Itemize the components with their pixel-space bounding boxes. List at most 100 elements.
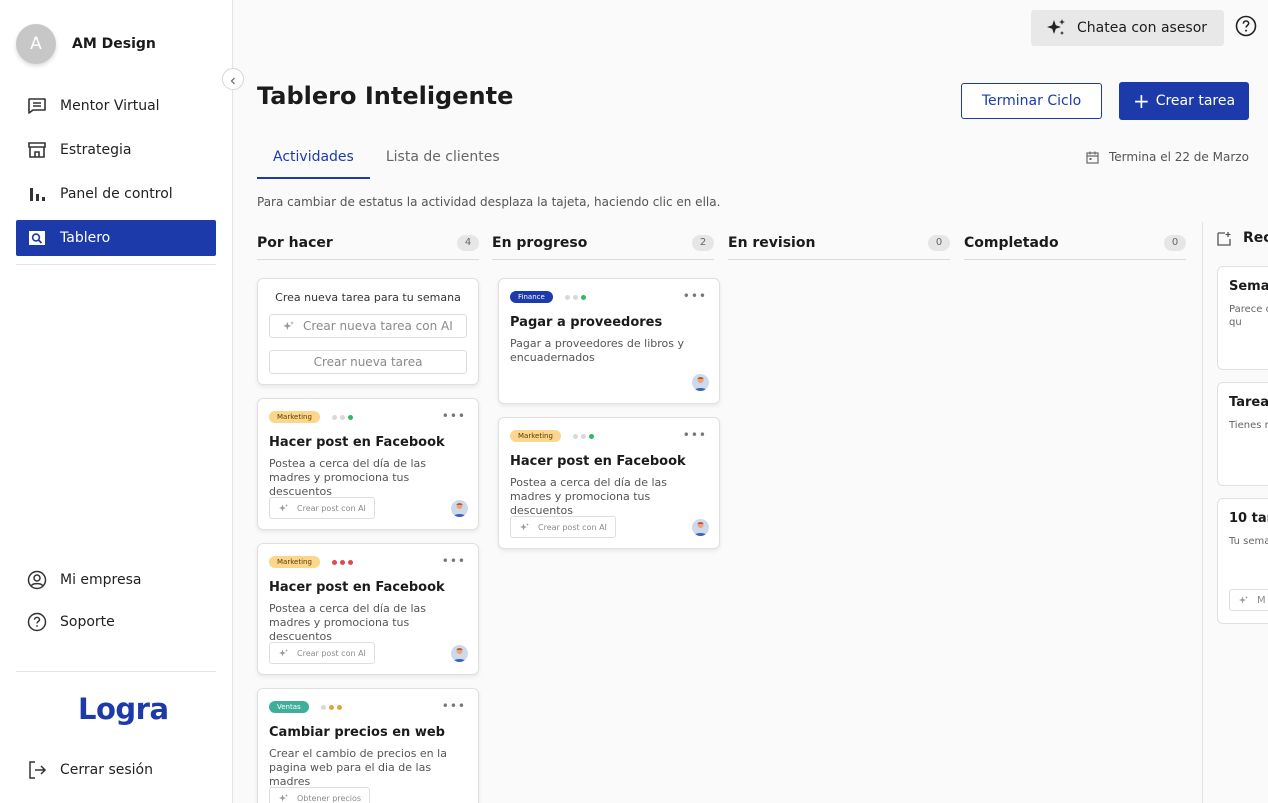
column-header-completado: Completado 0 — [964, 226, 1186, 260]
profile[interactable]: A AM Design — [16, 24, 156, 64]
more-icon[interactable]: ••• — [442, 554, 466, 568]
avatar[interactable]: A — [16, 24, 56, 64]
help-circle-icon — [1235, 15, 1257, 41]
recommendation-text: Tienes n impacto permitirá resultad — [1229, 420, 1268, 431]
column-header-por-hacer: Por hacer 4 — [257, 226, 479, 260]
task-card[interactable]: Ventas ••• Cambiar precios en web Crear … — [257, 688, 479, 803]
sparkles-icon — [1045, 17, 1067, 39]
ai-input-placeholder: Crear nueva tarea con AI — [303, 319, 453, 333]
store-icon — [26, 139, 48, 161]
recommendation-card[interactable]: 10 tare Tu sema mueve l siguiente M — [1217, 498, 1268, 624]
more-icon[interactable]: ••• — [442, 699, 466, 713]
note-plus-icon — [1217, 231, 1231, 246]
assignee-avatar — [451, 500, 468, 517]
logout-button[interactable]: Cerrar sesión — [16, 752, 216, 788]
assignee-avatar — [692, 374, 709, 391]
recommendations-title: Rec — [1243, 230, 1268, 246]
category-tag: Marketing — [269, 411, 320, 423]
nav-item-soporte[interactable]: Soporte — [16, 605, 216, 639]
end-date-label: Termina el 22 de Marzo — [1109, 150, 1249, 164]
create-task-label: Crear tarea — [1155, 93, 1236, 109]
sparkles-icon — [1238, 595, 1249, 606]
tabs: Actividades Lista de clientes — [257, 140, 516, 179]
nav-label: Soporte — [60, 614, 115, 630]
column-count: 0 — [928, 234, 950, 251]
assignee-avatar — [451, 645, 468, 662]
priority-dots — [331, 414, 356, 420]
nav-item-estrategia[interactable]: Estrategia — [16, 132, 216, 168]
ai-action-label: Crear post con AI — [297, 503, 366, 513]
priority-dots — [572, 433, 597, 439]
column-count: 2 — [692, 234, 714, 251]
recommendations-panel: Rec Semar Parece c las tarea tus obje de… — [1202, 222, 1268, 803]
card-title: Hacer post en Facebook — [269, 580, 445, 595]
ai-action-button[interactable]: Crear post con AI — [510, 516, 616, 538]
ai-action-button[interactable]: Obtener precios — [269, 787, 371, 803]
board-search-icon — [26, 227, 48, 249]
nav-label: Tablero — [60, 230, 111, 246]
card-title: Cambiar precios en web — [269, 725, 445, 740]
more-icon[interactable]: ••• — [683, 289, 707, 303]
bottom-nav: Mi empresa Soporte — [16, 563, 216, 647]
tab-actividades[interactable]: Actividades — [257, 140, 370, 179]
calendar-icon — [1086, 151, 1099, 164]
help-button[interactable] — [1234, 15, 1258, 41]
nav-item-mentor-virtual[interactable]: Mentor Virtual — [16, 88, 216, 124]
priority-dots — [320, 704, 345, 710]
help-circle-icon — [26, 611, 48, 633]
column-header-en-progreso: En progreso 2 — [492, 226, 714, 260]
ai-action-label: Crear post con AI — [297, 648, 366, 658]
sidebar: A AM Design Mentor Virtual Estrategia Pa… — [0, 0, 233, 803]
column-title: En revision — [728, 234, 816, 251]
nav-label: Estrategia — [60, 142, 132, 158]
create-task-ai-input[interactable]: Crear nueva tarea con AI — [269, 314, 467, 338]
priority-dots — [331, 559, 356, 565]
task-card[interactable]: Marketing ••• Hacer post en Facebook Pos… — [498, 417, 720, 549]
logout-icon — [26, 759, 48, 781]
tab-lista-de-clientes[interactable]: Lista de clientes — [370, 140, 516, 179]
plus-icon: + — [1132, 89, 1150, 113]
column-title: Por hacer — [257, 234, 333, 251]
chat-label: Chatea con asesor — [1077, 20, 1208, 36]
category-tag: Marketing — [510, 430, 561, 442]
card-description: Crear el cambio de precios en la pagina … — [269, 747, 447, 788]
card-title: Hacer post en Facebook — [269, 435, 445, 450]
recommendation-card[interactable]: Semar Parece c las tarea tus obje de las… — [1217, 266, 1268, 370]
bar-chart-icon — [26, 183, 48, 205]
sparkles-icon — [282, 320, 295, 333]
logra-logo: Logra — [78, 692, 169, 726]
main-nav: Mentor Virtual Estrategia Panel de contr… — [16, 88, 216, 264]
chevron-left-icon — [229, 70, 237, 89]
recommendation-title: Semar — [1229, 279, 1268, 294]
recommendation-text: Parece c las tarea tus obje de las qu — [1229, 304, 1268, 328]
card-description: Postea a cerca del día de las madres y p… — [269, 602, 426, 643]
user-circle-icon — [26, 569, 48, 591]
task-card[interactable]: Marketing ••• Hacer post en Facebook Pos… — [257, 543, 479, 675]
ai-action-label: Obtener precios — [297, 793, 362, 803]
nav-item-mi-empresa[interactable]: Mi empresa — [16, 563, 216, 597]
ai-action-label: Crear post con AI — [538, 522, 607, 532]
recommendation-action-button[interactable]: M — [1229, 589, 1268, 611]
page-title: Tablero Inteligente — [257, 82, 514, 110]
logout-label: Cerrar sesión — [60, 762, 153, 778]
nav-label: Mi empresa — [60, 572, 142, 588]
collapse-sidebar-button[interactable] — [222, 68, 244, 90]
more-icon[interactable]: ••• — [683, 428, 707, 442]
recommendation-card[interactable]: Tareas Tienes n impacto permitirá result… — [1217, 382, 1268, 486]
nav-item-tablero[interactable]: Tablero — [16, 220, 216, 256]
more-icon[interactable]: ••• — [442, 409, 466, 423]
create-task-button[interactable]: + Crear tarea — [1119, 82, 1249, 120]
task-card[interactable]: Marketing ••• Hacer post en Facebook Pos… — [257, 398, 479, 530]
divider — [16, 671, 216, 672]
ai-action-button[interactable]: Crear post con AI — [269, 642, 375, 664]
create-task-plain-button[interactable]: Crear nueva tarea — [269, 350, 467, 374]
priority-dots — [564, 294, 589, 300]
chat-advisor-button[interactable]: Chatea con asesor — [1031, 10, 1224, 46]
nav-item-panel-de-control[interactable]: Panel de control — [16, 176, 216, 212]
divider — [16, 264, 216, 265]
instructions-text: Para cambiar de estatus la actividad des… — [257, 195, 721, 209]
ai-action-button[interactable]: Crear post con AI — [269, 497, 375, 519]
task-card[interactable]: Finance ••• Pagar a proveedores Pagar a … — [498, 278, 720, 404]
end-cycle-button[interactable]: Terminar Ciclo — [961, 83, 1102, 119]
card-description: Pagar a proveedores de libros y encuader… — [510, 337, 684, 364]
